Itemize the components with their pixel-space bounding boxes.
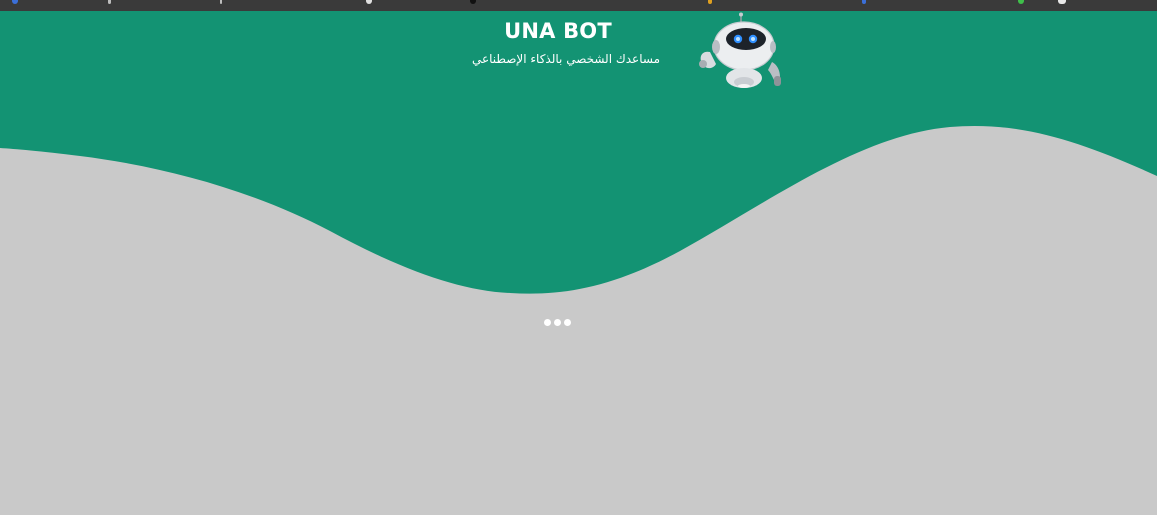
app-title: UNA BOT: [504, 19, 612, 43]
bookmark-icon[interactable]: [708, 0, 712, 4]
bookmark-icon[interactable]: [1058, 0, 1066, 4]
typing-dot-icon: [554, 318, 561, 326]
bookmark-icon[interactable]: [220, 0, 222, 4]
bookmark-icon[interactable]: [366, 0, 372, 4]
typing-dot-icon: [544, 318, 551, 326]
bookmark-icon[interactable]: [862, 0, 866, 4]
robot-mascot-icon: [699, 12, 781, 88]
bookmark-icon[interactable]: [1018, 0, 1024, 4]
bookmark-icon[interactable]: [12, 0, 18, 4]
bookmark-icon[interactable]: [470, 0, 476, 4]
chat-page: UNA BOT مساعدك الشخصي بالذكاء الإصطناعي: [0, 0, 1157, 515]
typing-dot-icon: [564, 318, 571, 326]
app-subtitle: مساعدك الشخصي بالذكاء الإصطناعي: [471, 52, 660, 66]
browser-bookmarks-strip: [0, 0, 1157, 11]
bookmark-icon[interactable]: [108, 0, 111, 4]
typing-indicator: [544, 318, 572, 326]
